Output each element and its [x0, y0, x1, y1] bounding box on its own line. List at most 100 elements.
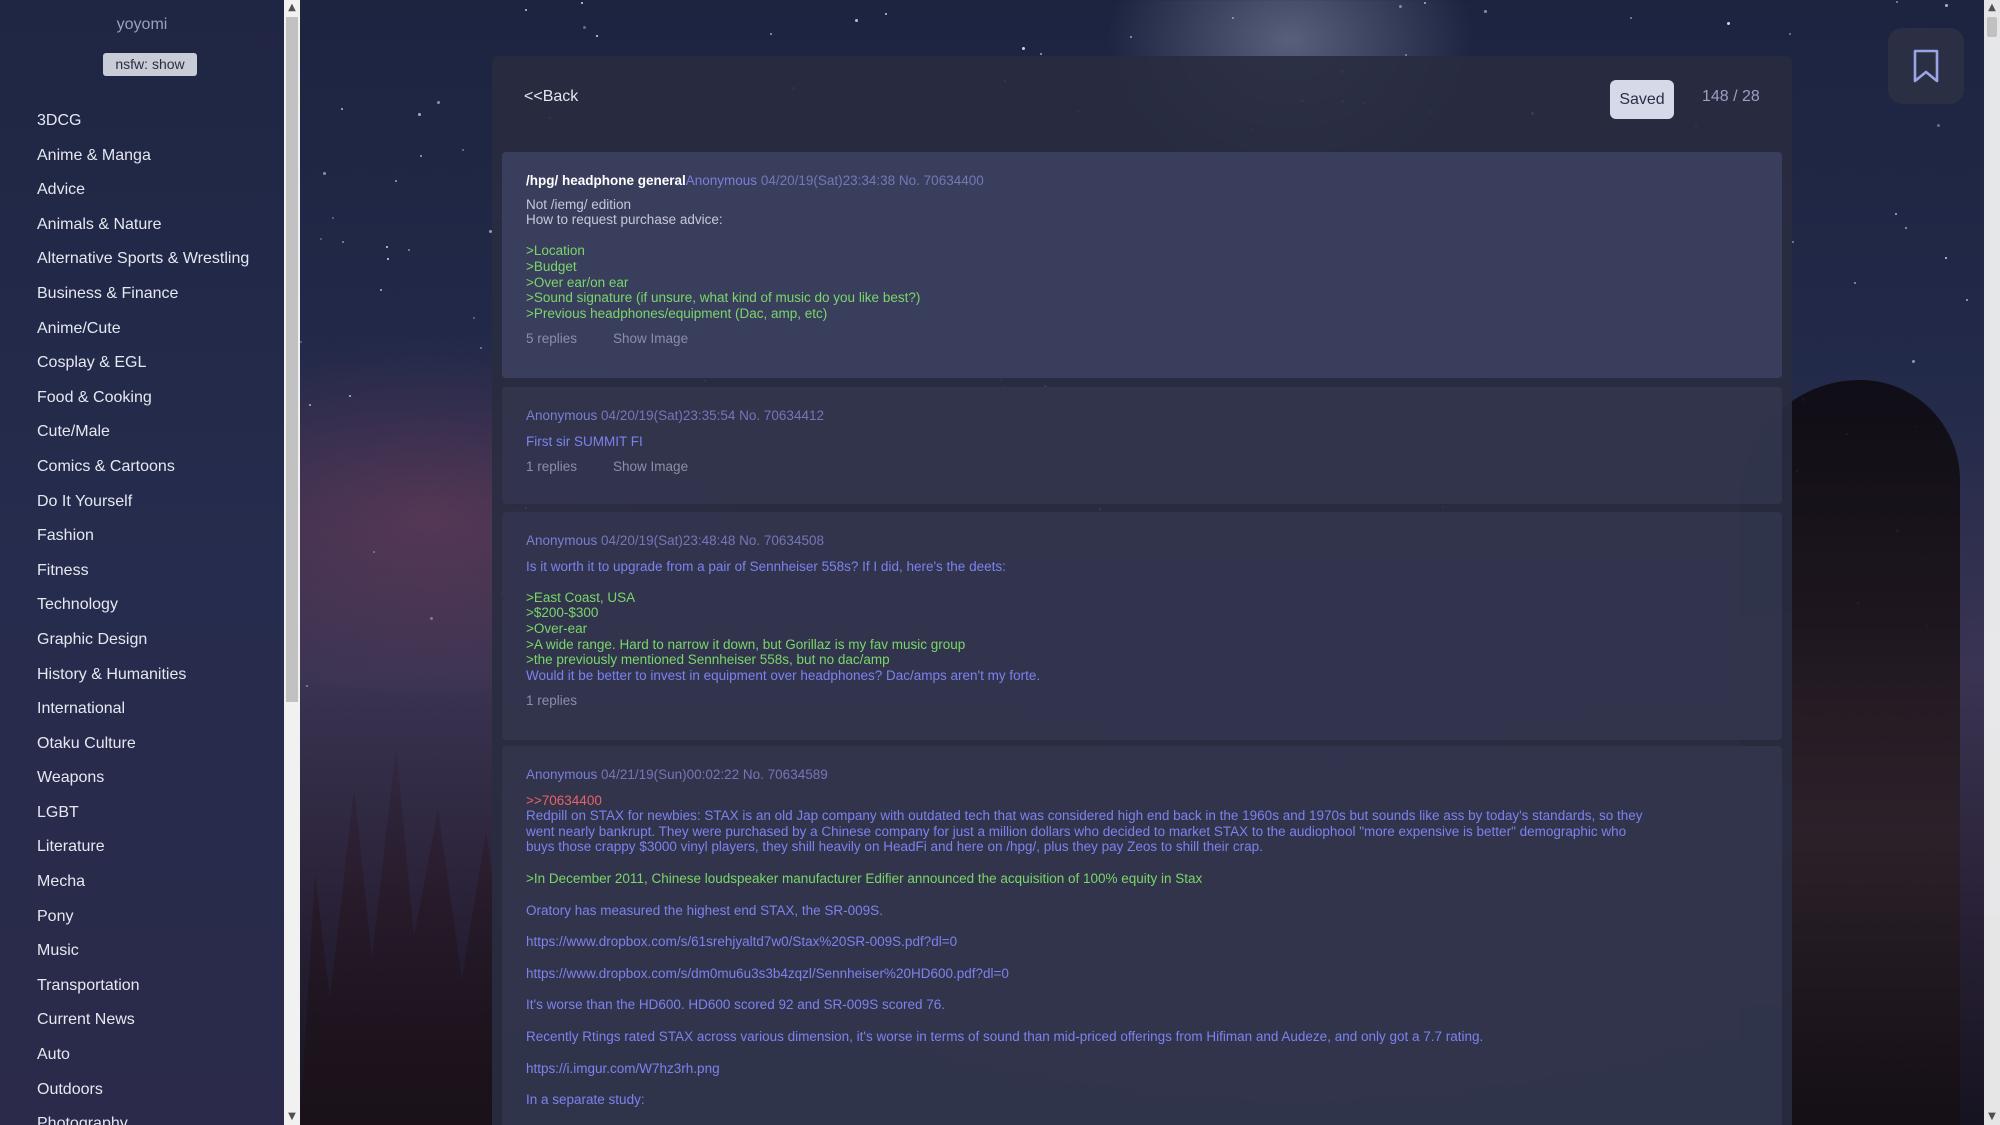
- star: [340, 108, 343, 111]
- star: [462, 148, 465, 151]
- sidebar-category-item[interactable]: Current News: [37, 1009, 249, 1044]
- replies-link[interactable]: 1 replies: [526, 693, 577, 708]
- sidebar-category-item[interactable]: Fitness: [37, 560, 249, 595]
- saved-button[interactable]: Saved: [1610, 80, 1674, 119]
- sidebar-category-item[interactable]: Business & Finance: [37, 283, 249, 318]
- post-meta: 04/20/19(Sat)23:34:38 No. 70634400: [757, 173, 984, 188]
- sidebar-category-item[interactable]: 3DCG: [37, 110, 249, 145]
- scroll-down-arrow-icon[interactable]: ▼: [284, 1109, 300, 1125]
- star: [322, 171, 326, 175]
- greentext-line: >Over-ear: [526, 620, 588, 636]
- post-body-line: It's worse than the HD600. HD600 scored …: [526, 997, 946, 1013]
- star: [372, 551, 375, 554]
- username: yoyomi: [116, 16, 168, 33]
- star: [1788, 32, 1791, 35]
- replies-link[interactable]: 5 replies: [526, 331, 577, 346]
- star: [386, 258, 389, 261]
- page-scroll-down-icon[interactable]: ▼: [1984, 1109, 2000, 1125]
- sidebar-category-item[interactable]: International: [37, 698, 249, 733]
- post-actions: 5 replies Show Image: [526, 331, 1758, 347]
- back-link[interactable]: <<Back: [524, 88, 578, 106]
- sidebar-category-item[interactable]: Photography: [37, 1113, 249, 1125]
- sidebar-scroll-thumb[interactable]: [286, 17, 298, 702]
- post-body-line: buys those crappy $3000 vinyl players, t…: [526, 839, 1263, 855]
- scroll-up-arrow-icon[interactable]: ▲: [284, 0, 300, 16]
- sidebar-category-item[interactable]: LGBT: [37, 802, 249, 837]
- post-link[interactable]: >>70634400: [526, 793, 1758, 809]
- star: [1129, 36, 1132, 39]
- sidebar-category-item[interactable]: Otaku Culture: [37, 733, 249, 768]
- star: [1937, 124, 1941, 128]
- star: [319, 238, 322, 241]
- sidebar-category-item[interactable]: Outdoors: [37, 1079, 249, 1114]
- sidebar-category-item[interactable]: Transportation: [37, 975, 249, 1010]
- sidebar-category-item[interactable]: Graphic Design: [37, 629, 249, 664]
- sidebar-category-item[interactable]: Cosplay & EGL: [37, 352, 249, 387]
- sidebar-category-item[interactable]: Comics & Cartoons: [37, 456, 249, 491]
- post-body-line: Is it worth it to upgrade from a pair of…: [526, 558, 1006, 574]
- post-body-line: went nearly bankrupt. They were purchase…: [526, 823, 1627, 839]
- star: [479, 347, 482, 350]
- post-header: Anonymous 04/21/19(Sun)00:02:22 No. 7063…: [526, 767, 1758, 783]
- sidebar-category-item[interactable]: Cute/Male: [37, 421, 249, 456]
- star: [1399, 5, 1403, 9]
- sidebar-category-item[interactable]: Pony: [37, 906, 249, 941]
- sidebar-category-item[interactable]: Do It Yourself: [37, 491, 249, 526]
- star: [437, 100, 441, 104]
- greentext-line: >Over ear/on ear: [526, 274, 629, 290]
- post-counter: 148 / 28: [1702, 88, 1760, 105]
- sidebar-category-item[interactable]: History & Humanities: [37, 664, 249, 699]
- post-link[interactable]: https://www.dropbox.com/s/dm0mu6u3s3b4zq…: [526, 966, 1758, 982]
- greentext-line: >Previous headphones/equipment (Dac, amp…: [526, 305, 828, 321]
- star: [1911, 360, 1915, 364]
- greentext-line: >East Coast, USA: [526, 589, 636, 605]
- star: [306, 684, 309, 687]
- post-link[interactable]: https://www.dropbox.com/s/61srehjyaltd7w…: [526, 934, 1758, 950]
- sidebar-category-item[interactable]: Anime/Cute: [37, 318, 249, 353]
- sidebar-category-item[interactable]: Anime & Manga: [37, 145, 249, 180]
- sidebar-category-item[interactable]: Food & Cooking: [37, 387, 249, 422]
- sidebar-category-item[interactable]: Music: [37, 940, 249, 975]
- star: [1424, 2, 1427, 5]
- sidebar-category-item[interactable]: Advice: [37, 179, 249, 214]
- page-scrollbar[interactable]: ▲ ▼: [1984, 0, 2000, 1125]
- page-scroll-up-icon[interactable]: ▲: [1984, 0, 2000, 16]
- thread-panel: <<Back Saved 148 / 28 /hpg/ headphone ge…: [492, 56, 1792, 1125]
- sidebar-category-item[interactable]: Auto: [37, 1044, 249, 1079]
- star: [1792, 241, 1795, 244]
- post-body-line: Would it be better to invest in equipmen…: [526, 667, 1041, 683]
- sidebar-category-item[interactable]: Alternative Sports & Wrestling: [37, 248, 249, 283]
- sidebar-category-item[interactable]: Fashion: [37, 525, 249, 560]
- nsfw-toggle-button[interactable]: nsfw: show: [103, 53, 197, 76]
- post-body-line: Oratory has measured the highest end STA…: [526, 902, 883, 918]
- post-actions: 1 replies: [526, 693, 1758, 709]
- bookmark-button[interactable]: [1888, 28, 1964, 104]
- greentext-line: >Sound signature (if unsure, what kind o…: [526, 290, 921, 306]
- star: [1727, 21, 1731, 25]
- sidebar-category-item[interactable]: Animals & Nature: [37, 214, 249, 249]
- post-link[interactable]: https://i.imgur.com/W7hz3rh.png: [526, 1061, 1758, 1077]
- post-author: Anonymous: [526, 533, 598, 548]
- op-post: /hpg/ headphone generalAnonymous 04/20/1…: [502, 152, 1782, 378]
- sidebar-category-item[interactable]: Mecha: [37, 871, 249, 906]
- post-meta: 04/21/19(Sun)00:02:22 No. 70634589: [597, 767, 828, 782]
- sidebar-scrollbar[interactable]: ▲ ▼: [284, 0, 300, 1125]
- star: [583, 26, 587, 30]
- show-image-link[interactable]: Show Image: [613, 331, 688, 346]
- replies-link[interactable]: 1 replies: [526, 459, 577, 474]
- post-body-line: [526, 574, 1758, 590]
- greentext-line: >A wide range. Hard to narrow it down, b…: [526, 636, 966, 652]
- star: [1231, 16, 1234, 19]
- show-image-link[interactable]: Show Image: [613, 459, 688, 474]
- star: [300, 341, 303, 344]
- star: [349, 394, 352, 397]
- star: [1853, 282, 1856, 285]
- page-scroll-thumb[interactable]: [1987, 17, 1997, 37]
- thread-subject: /hpg/ headphone general: [526, 173, 686, 188]
- sidebar-category-item[interactable]: Literature: [37, 836, 249, 871]
- sidebar-category-item[interactable]: Technology: [37, 594, 249, 629]
- star: [1039, 52, 1042, 55]
- star: [419, 155, 422, 158]
- sidebar-category-item[interactable]: Weapons: [37, 767, 249, 802]
- reply-post: Anonymous 04/20/19(Sat)23:48:48 No. 7063…: [502, 512, 1782, 740]
